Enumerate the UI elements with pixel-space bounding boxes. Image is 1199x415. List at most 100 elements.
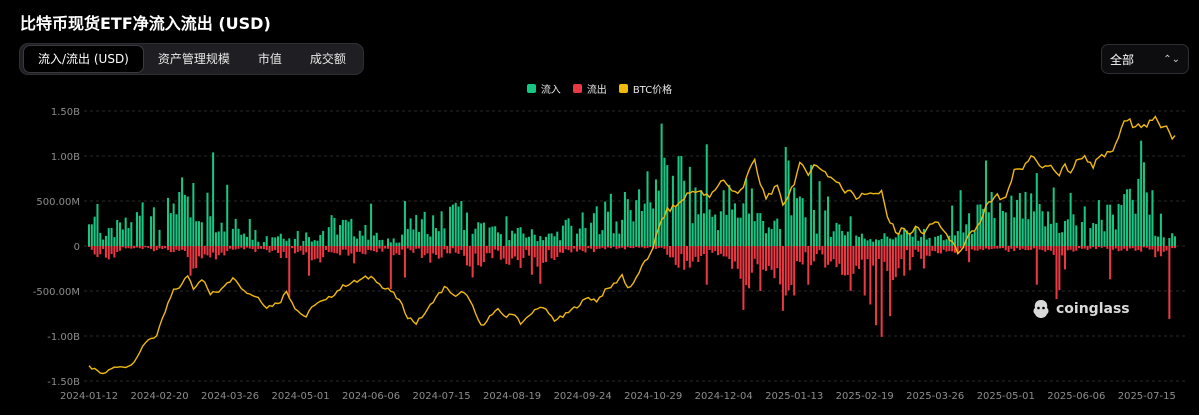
outflow-bar [87,246,91,247]
outflow-bar [161,246,164,250]
inflow-bar [192,183,195,246]
outflow-bar [1168,246,1171,319]
inflow-bar [209,216,212,246]
inflow-bar [793,187,796,246]
outflow-bar [860,246,863,260]
inflow-bar [1092,223,1095,246]
outflow-bar [1148,246,1151,250]
inflow-bar [1027,219,1030,246]
outflow-bar [866,246,869,260]
inflow-bar [358,230,361,246]
outflow-bar [880,246,883,337]
inflow-bar [872,241,875,246]
outflow-bar [1058,246,1061,291]
outflow-bar [542,246,545,263]
inflow-bar [1137,178,1140,246]
inflow-bar [90,224,93,246]
inflow-bar [279,233,282,246]
outflow-bar [305,246,308,253]
inflow-bar [987,212,990,246]
inflow-bar [970,234,973,246]
inflow-bar [401,234,404,246]
inflow-bar [505,216,508,246]
outflow-bar [1162,246,1165,252]
x-tick-label: 2025-03-26 [906,391,964,402]
outflow-bar [488,246,491,254]
x-tick-label: 2024-07-15 [413,391,471,402]
inflow-bar [158,229,161,246]
outflow-bar [299,246,302,251]
inflow-bar [547,233,550,246]
inflow-bar [638,189,641,246]
outflow-bar [189,246,192,276]
inflow-bar [629,210,632,246]
outflow-bar [801,246,804,265]
outflow-bar [119,246,122,251]
outflow-bar [192,246,195,269]
x-tick-label: 2025-06-06 [1047,391,1105,402]
inflow-bar [1148,214,1151,246]
outflow-bar [1024,246,1027,251]
inflow-bar [934,236,937,246]
outflow-bar [364,246,367,255]
inflow-bar [1117,203,1120,246]
outflow-bar [937,246,940,254]
outflow-bar [908,246,911,271]
outflow-bar [217,246,220,256]
outflow-bar [965,246,968,252]
outflow-bar [370,246,373,251]
inflow-bar [719,211,722,246]
inflow-bar [355,238,358,246]
inflow-bar [883,233,886,246]
inflow-bar [415,215,418,246]
inflow-bar [508,240,511,246]
inflow-bar [697,214,700,246]
outflow-bar [683,246,686,270]
inflow-bar [756,213,759,246]
outflow-bar [922,246,925,269]
outflow-bar [607,246,610,248]
outflow-bar [942,246,945,250]
inflow-bar [1024,191,1027,246]
flow-chart[interactable]: 1.50B 1.00B 500.00M 0 -500.00M -1.00B -1.50B 20… [0,0,1199,415]
outflow-bar [736,246,739,269]
inflow-bar [1134,213,1137,246]
outflow-bar [829,246,832,262]
inflow-bar [584,227,587,246]
outflow-bar [392,246,395,256]
inflow-bar [858,236,861,246]
inflow-bar [262,242,265,246]
inflow-bar [426,234,429,246]
inflow-bar [764,233,768,246]
inflow-bar [172,203,175,246]
inflow-bar [296,230,299,246]
inflow-bar [288,238,291,246]
inflow-bar [542,240,545,246]
outflow-bar [1137,246,1140,250]
outflow-bar [1001,246,1004,249]
outflow-bar [418,246,421,249]
inflow-bar [285,240,288,246]
outflow-bar [344,246,347,250]
outflow-bar [711,246,714,253]
outflow-bar [113,246,116,258]
inflow-bar [254,230,257,246]
inflow-bar [900,234,903,246]
outflow-bar [700,246,703,256]
outflow-bar [1134,246,1137,251]
outflow-bar [810,246,813,266]
inflow-bar [181,177,184,246]
inflow-bar [1063,221,1067,246]
inflow-bar [536,241,539,246]
inflow-bar [598,234,601,246]
inflow-bar [214,232,217,246]
outflow-bar [581,246,584,252]
outflow-bar [561,246,564,253]
outflow-bar [245,246,248,248]
inflow-bar [1049,223,1052,246]
inflow-bar [513,233,516,246]
outflow-bar [1063,246,1067,270]
inflow-bar [968,213,971,246]
outflow-bar [434,246,437,255]
outflow-bar [389,246,392,290]
